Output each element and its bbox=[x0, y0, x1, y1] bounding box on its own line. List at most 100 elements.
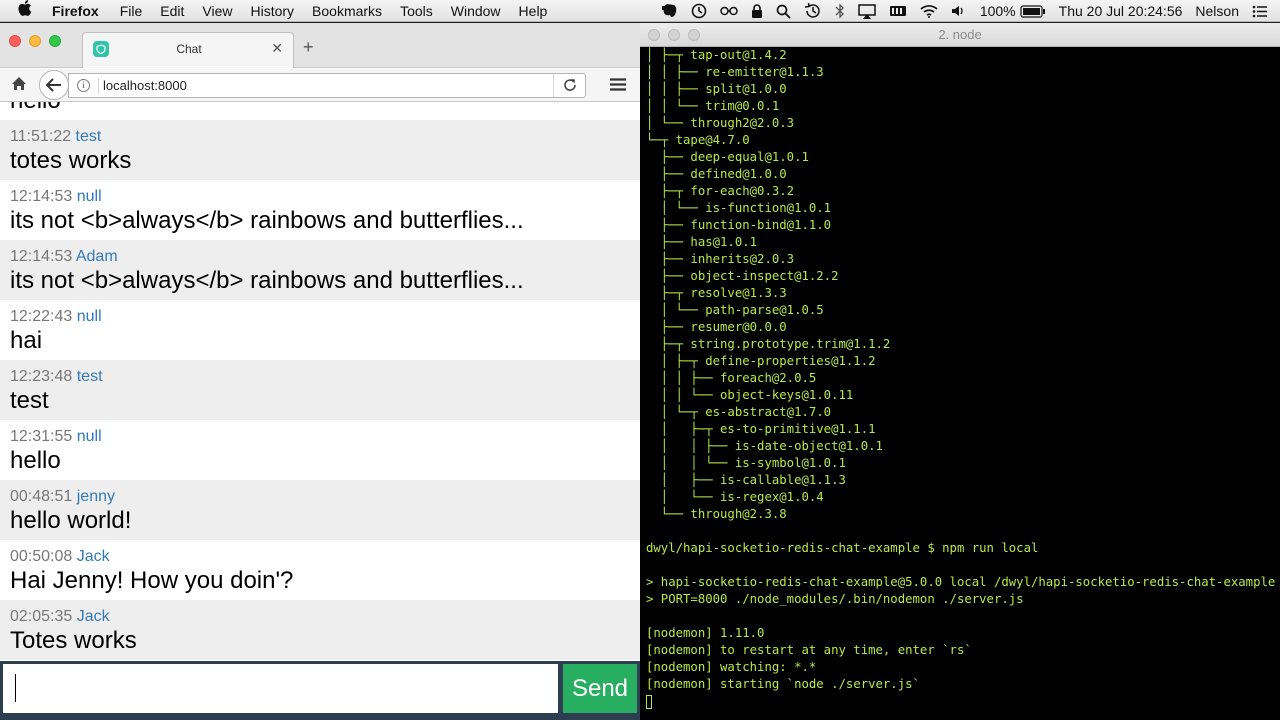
site-info-icon[interactable]: i bbox=[77, 79, 90, 92]
terminal-line: │ ├── is-callable@1.1.3 bbox=[646, 473, 846, 487]
terminal-line: │ └── is-function@1.0.1 bbox=[646, 201, 832, 215]
menu-help[interactable]: Help bbox=[519, 3, 548, 19]
new-tab-icon[interactable]: + bbox=[303, 37, 314, 58]
menu-file[interactable]: File bbox=[120, 3, 143, 19]
time-machine-tray-icon[interactable] bbox=[691, 3, 707, 19]
zoom-window-button[interactable] bbox=[49, 35, 61, 47]
message-text: Totes works bbox=[10, 627, 137, 654]
terminal-line: ├── object-inspect@1.2.2 bbox=[646, 269, 839, 283]
terminal-line: │ ├─┬ tap-out@1.4.2 bbox=[646, 48, 787, 62]
message-text: hello world! bbox=[10, 507, 132, 534]
menu-edit[interactable]: Edit bbox=[160, 3, 184, 19]
url-bar[interactable]: i localhost:8000 bbox=[68, 73, 586, 98]
terminal-title: 2. node bbox=[938, 27, 982, 42]
glasses-icon[interactable] bbox=[720, 5, 738, 17]
memory-icon[interactable] bbox=[889, 4, 907, 18]
terminal-line: │ │ ├── split@1.0.0 bbox=[646, 82, 787, 96]
message-item: 12:14:53 Adam its not <b>always</b> rain… bbox=[0, 240, 640, 300]
terminal-output[interactable]: │ ├─┬ tap-out@1.4.2 │ │ ├── re-emitter@1.… bbox=[646, 47, 1276, 720]
menu-bookmarks[interactable]: Bookmarks bbox=[312, 3, 382, 19]
search-icon[interactable] bbox=[776, 4, 791, 19]
lock-icon[interactable] bbox=[751, 3, 763, 19]
tab-chat[interactable]: Chat ✕ bbox=[82, 32, 294, 68]
menu-window[interactable]: Window bbox=[451, 3, 501, 19]
terminal-line: ├── function-bind@1.1.0 bbox=[646, 218, 832, 232]
evernote-icon[interactable] bbox=[660, 3, 678, 19]
terminal-line: ├─┬ string.prototype.trim@1.1.2 bbox=[646, 337, 891, 351]
airplay-icon[interactable] bbox=[858, 3, 876, 19]
terminal-line: > PORT=8000 ./node_modules/.bin/nodemon … bbox=[646, 592, 1024, 606]
terminal-window: 2. node │ ├─┬ tap-out@1.4.2 │ │ ├── re-em… bbox=[640, 23, 1280, 720]
message-meta: 12:23:48 test bbox=[10, 368, 630, 386]
terminal-line: │ ├─┬ define-properties@1.1.2 bbox=[646, 354, 876, 368]
send-button[interactable]: Send bbox=[563, 664, 637, 713]
time-machine-icon[interactable] bbox=[804, 3, 822, 19]
url-text[interactable]: localhost:8000 bbox=[103, 78, 187, 93]
message-composer: Send bbox=[0, 661, 640, 720]
close-window-button[interactable] bbox=[9, 35, 21, 47]
message-item: 12:22:43 null hai bbox=[0, 300, 640, 360]
url-bar-separator bbox=[98, 78, 99, 94]
reload-icon[interactable] bbox=[563, 78, 577, 97]
tab-title: Chat bbox=[176, 42, 202, 56]
message-user: test bbox=[75, 128, 102, 145]
navigation-toolbar: i localhost:8000 bbox=[0, 69, 640, 102]
battery-percent[interactable]: 100% bbox=[980, 3, 1016, 19]
message-user: test bbox=[76, 368, 103, 385]
terminal-line: dwyl/hapi-socketio-redis-chat-example $ … bbox=[646, 541, 1039, 555]
hamburger-menu-icon[interactable] bbox=[610, 78, 626, 96]
text-caret bbox=[15, 674, 16, 702]
chat-message-list[interactable]: hello 11:51:22 test totes works 12:14:53… bbox=[0, 102, 640, 661]
message-text: totes works bbox=[10, 147, 132, 174]
menu-bar: Firefox File Edit View History Bookmarks… bbox=[0, 0, 1280, 22]
message-user: jenny bbox=[76, 488, 115, 505]
terminal-line: │ │ └── object-keys@1.0.11 bbox=[646, 388, 854, 402]
terminal-line: │ │ ├── foreach@2.0.5 bbox=[646, 371, 817, 385]
clock[interactable]: Thu 20 Jul 20:24:56 bbox=[1059, 3, 1183, 19]
battery-icon[interactable] bbox=[1020, 4, 1046, 18]
tab-close-icon[interactable]: ✕ bbox=[271, 40, 283, 57]
terminal-line: ├─┬ for-each@0.3.2 bbox=[646, 184, 795, 198]
message-meta: 02:05:35 Jack bbox=[10, 608, 630, 626]
terminal-line: [nodemon] to restart at any time, enter … bbox=[646, 643, 972, 657]
home-icon[interactable] bbox=[11, 76, 27, 96]
message-meta: 00:48:51 jenny bbox=[10, 488, 630, 506]
volume-icon[interactable] bbox=[951, 4, 967, 18]
message-time: 00:48:51 bbox=[10, 488, 73, 505]
message-user: null bbox=[76, 308, 102, 325]
user-name[interactable]: Nelson bbox=[1195, 3, 1239, 19]
terminal-line: │ │ └── is-symbol@1.0.1 bbox=[646, 456, 846, 470]
terminal-line: └── through@2.3.8 bbox=[646, 507, 787, 521]
menu-history[interactable]: History bbox=[250, 3, 294, 19]
message-text: Hai Jenny! How you doin'? bbox=[10, 567, 294, 594]
terminal-line: │ └── through2@2.0.3 bbox=[646, 116, 795, 130]
tab-bar: Chat ✕ + bbox=[0, 23, 640, 68]
notification-center-icon[interactable] bbox=[1252, 5, 1268, 18]
back-button[interactable] bbox=[39, 70, 69, 100]
message-meta: 12:14:53 null bbox=[10, 188, 630, 206]
app-menu-firefox[interactable]: Firefox bbox=[52, 3, 99, 19]
menu-tools[interactable]: Tools bbox=[400, 3, 433, 19]
bluetooth-icon[interactable] bbox=[835, 3, 845, 19]
menu-view[interactable]: View bbox=[202, 3, 232, 19]
wifi-icon[interactable] bbox=[920, 4, 938, 18]
terminal-line: [nodemon] watching: *.* bbox=[646, 660, 817, 674]
terminal-line: │ └─┬ es-abstract@1.7.0 bbox=[646, 405, 832, 419]
message-user: Jack bbox=[76, 548, 110, 565]
terminal-line: ├── inherits@2.0.3 bbox=[646, 252, 795, 266]
minimize-window-button[interactable] bbox=[29, 35, 41, 47]
reload-separator bbox=[553, 74, 554, 97]
message-time: 12:14:53 bbox=[10, 188, 73, 205]
terminal-line: [nodemon] 1.11.0 bbox=[646, 626, 765, 640]
message-input[interactable] bbox=[3, 664, 558, 713]
message-meta: 11:51:22 test bbox=[10, 128, 630, 146]
message-item: 02:05:35 Jack Totes works bbox=[0, 600, 640, 660]
message-user: Adam bbox=[75, 248, 118, 265]
terminal-line: │ │ ├── is-date-object@1.0.1 bbox=[646, 439, 883, 453]
message-user: null bbox=[76, 188, 102, 205]
apple-menu-icon[interactable] bbox=[18, 0, 36, 21]
message-time: 12:22:43 bbox=[10, 308, 73, 325]
terminal-line: │ ├─┬ es-to-primitive@1.1.1 bbox=[646, 422, 876, 436]
